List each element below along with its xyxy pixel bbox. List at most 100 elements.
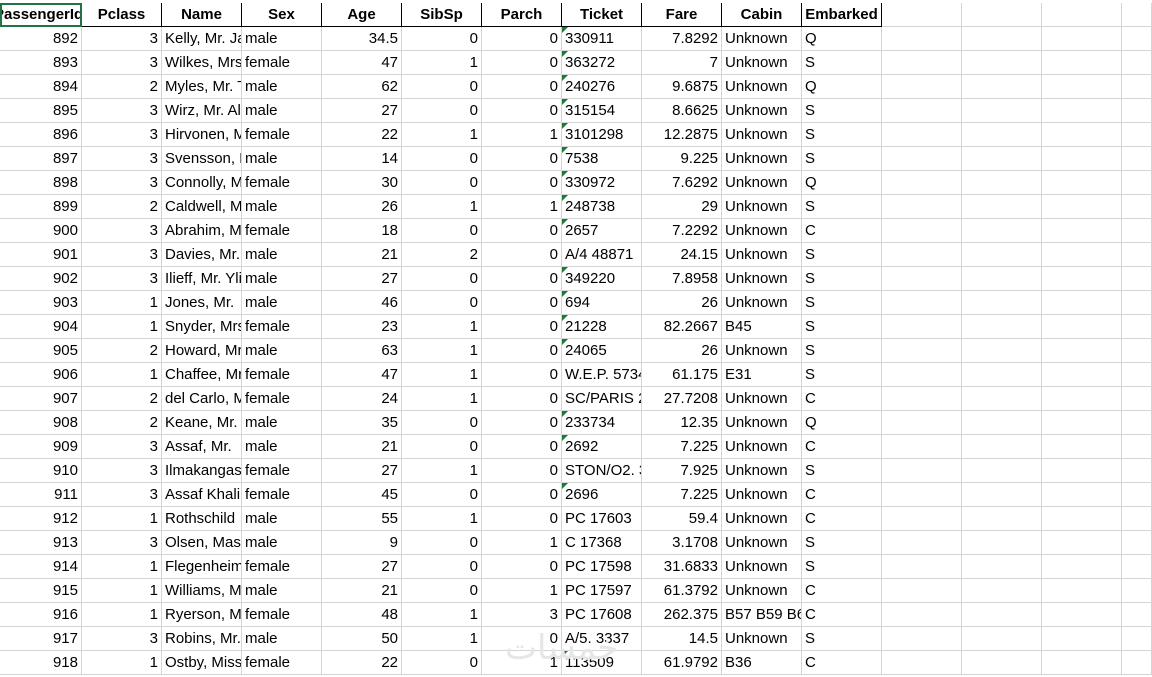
cell-fare[interactable]: 7.6292 xyxy=(642,171,722,195)
empty-cell[interactable] xyxy=(882,99,962,123)
empty-cell[interactable] xyxy=(1122,51,1152,75)
cell-ticket[interactable]: C 17368 xyxy=(562,531,642,555)
cell-sibsp[interactable]: 2 xyxy=(402,243,482,267)
cell-age[interactable]: 23 xyxy=(322,315,402,339)
empty-cell[interactable] xyxy=(1122,627,1152,651)
cell-sex[interactable]: male xyxy=(242,579,322,603)
cell-embarked[interactable]: S xyxy=(802,531,882,555)
cell-embarked[interactable]: S xyxy=(802,555,882,579)
empty-cell[interactable] xyxy=(882,363,962,387)
cell-parch[interactable]: 0 xyxy=(482,51,562,75)
empty-cell[interactable] xyxy=(1122,483,1152,507)
empty-cell[interactable] xyxy=(882,123,962,147)
cell-name[interactable]: Chaffee, Mrs. xyxy=(162,363,242,387)
cell-sibsp[interactable]: 0 xyxy=(402,435,482,459)
cell-passengerid[interactable]: 894 xyxy=(0,75,82,99)
column-header-cabin[interactable]: Cabin xyxy=(722,3,802,27)
cell-pclass[interactable]: 3 xyxy=(82,627,162,651)
cell-name[interactable]: Howard, Mr. xyxy=(162,339,242,363)
cell-sex[interactable]: female xyxy=(242,459,322,483)
empty-cell[interactable] xyxy=(962,435,1042,459)
cell-age[interactable]: 50 xyxy=(322,627,402,651)
empty-cell[interactable] xyxy=(1042,195,1122,219)
cell-cabin[interactable]: B36 xyxy=(722,651,802,675)
cell-passengerid[interactable]: 908 xyxy=(0,411,82,435)
cell-parch[interactable]: 3 xyxy=(482,603,562,627)
cell-embarked[interactable]: S xyxy=(802,99,882,123)
cell-embarked[interactable]: S xyxy=(802,195,882,219)
empty-cell[interactable] xyxy=(1122,147,1152,171)
cell-ticket[interactable]: 3101298 xyxy=(562,123,642,147)
cell-name[interactable]: Rothschild xyxy=(162,507,242,531)
cell-pclass[interactable]: 3 xyxy=(82,27,162,51)
cell-cabin[interactable]: Unknown xyxy=(722,243,802,267)
cell-name[interactable]: Myles, Mr. Thomas xyxy=(162,75,242,99)
empty-cell[interactable] xyxy=(962,363,1042,387)
cell-parch[interactable]: 0 xyxy=(482,411,562,435)
cell-parch[interactable]: 1 xyxy=(482,123,562,147)
cell-pclass[interactable]: 3 xyxy=(82,147,162,171)
empty-cell[interactable] xyxy=(1122,555,1152,579)
cell-sex[interactable]: female xyxy=(242,315,322,339)
empty-cell[interactable] xyxy=(1042,483,1122,507)
empty-cell[interactable] xyxy=(882,75,962,99)
empty-cell[interactable] xyxy=(882,27,962,51)
cell-embarked[interactable]: S xyxy=(802,51,882,75)
cell-parch[interactable]: 0 xyxy=(482,315,562,339)
cell-sibsp[interactable]: 1 xyxy=(402,459,482,483)
empty-cell[interactable] xyxy=(1122,27,1152,51)
empty-cell[interactable] xyxy=(1122,435,1152,459)
cell-cabin[interactable]: Unknown xyxy=(722,627,802,651)
cell-parch[interactable]: 1 xyxy=(482,531,562,555)
empty-cell[interactable] xyxy=(962,459,1042,483)
cell-name[interactable]: Snyder, Mrs. xyxy=(162,315,242,339)
cell-age[interactable]: 9 xyxy=(322,531,402,555)
empty-cell[interactable] xyxy=(1042,651,1122,675)
cell-embarked[interactable]: S xyxy=(802,315,882,339)
empty-cell[interactable] xyxy=(882,387,962,411)
empty-cell[interactable] xyxy=(1042,291,1122,315)
cell-parch[interactable]: 0 xyxy=(482,99,562,123)
cell-cabin[interactable]: Unknown xyxy=(722,99,802,123)
cell-sibsp[interactable]: 1 xyxy=(402,339,482,363)
cell-sibsp[interactable]: 0 xyxy=(402,291,482,315)
cell-name[interactable]: del Carlo, Mrs. xyxy=(162,387,242,411)
cell-fare[interactable]: 12.2875 xyxy=(642,123,722,147)
cell-embarked[interactable]: S xyxy=(802,459,882,483)
cell-age[interactable]: 22 xyxy=(322,651,402,675)
cell-age[interactable]: 34.5 xyxy=(322,27,402,51)
empty-cell[interactable] xyxy=(962,123,1042,147)
empty-cell[interactable] xyxy=(882,315,962,339)
empty-cell[interactable] xyxy=(1122,315,1152,339)
cell-passengerid[interactable]: 916 xyxy=(0,603,82,627)
cell-ticket[interactable]: W.E.P. 5734 xyxy=(562,363,642,387)
empty-cell[interactable] xyxy=(1042,339,1122,363)
cell-age[interactable]: 22 xyxy=(322,123,402,147)
cell-sibsp[interactable]: 1 xyxy=(402,195,482,219)
cell-ticket[interactable]: 233734 xyxy=(562,411,642,435)
cell-passengerid[interactable]: 899 xyxy=(0,195,82,219)
cell-sibsp[interactable]: 0 xyxy=(402,27,482,51)
empty-cell[interactable] xyxy=(1122,99,1152,123)
cell-passengerid[interactable]: 911 xyxy=(0,483,82,507)
cell-parch[interactable]: 0 xyxy=(482,339,562,363)
cell-name[interactable]: Davies, Mr. xyxy=(162,243,242,267)
empty-cell[interactable] xyxy=(1122,387,1152,411)
empty-cell[interactable] xyxy=(1122,267,1152,291)
cell-ticket[interactable]: 2696 xyxy=(562,483,642,507)
cell-pclass[interactable]: 1 xyxy=(82,315,162,339)
cell-sibsp[interactable]: 0 xyxy=(402,579,482,603)
cell-sex[interactable]: male xyxy=(242,339,322,363)
cell-pclass[interactable]: 3 xyxy=(82,243,162,267)
cell-age[interactable]: 55 xyxy=(322,507,402,531)
cell-sibsp[interactable]: 1 xyxy=(402,387,482,411)
empty-cell[interactable] xyxy=(962,27,1042,51)
cell-parch[interactable]: 0 xyxy=(482,555,562,579)
empty-cell[interactable] xyxy=(962,195,1042,219)
cell-age[interactable]: 27 xyxy=(322,99,402,123)
cell-fare[interactable]: 14.5 xyxy=(642,627,722,651)
cell-pclass[interactable]: 3 xyxy=(82,99,162,123)
cell-age[interactable]: 47 xyxy=(322,363,402,387)
cell-embarked[interactable]: C xyxy=(802,651,882,675)
empty-cell[interactable] xyxy=(882,531,962,555)
